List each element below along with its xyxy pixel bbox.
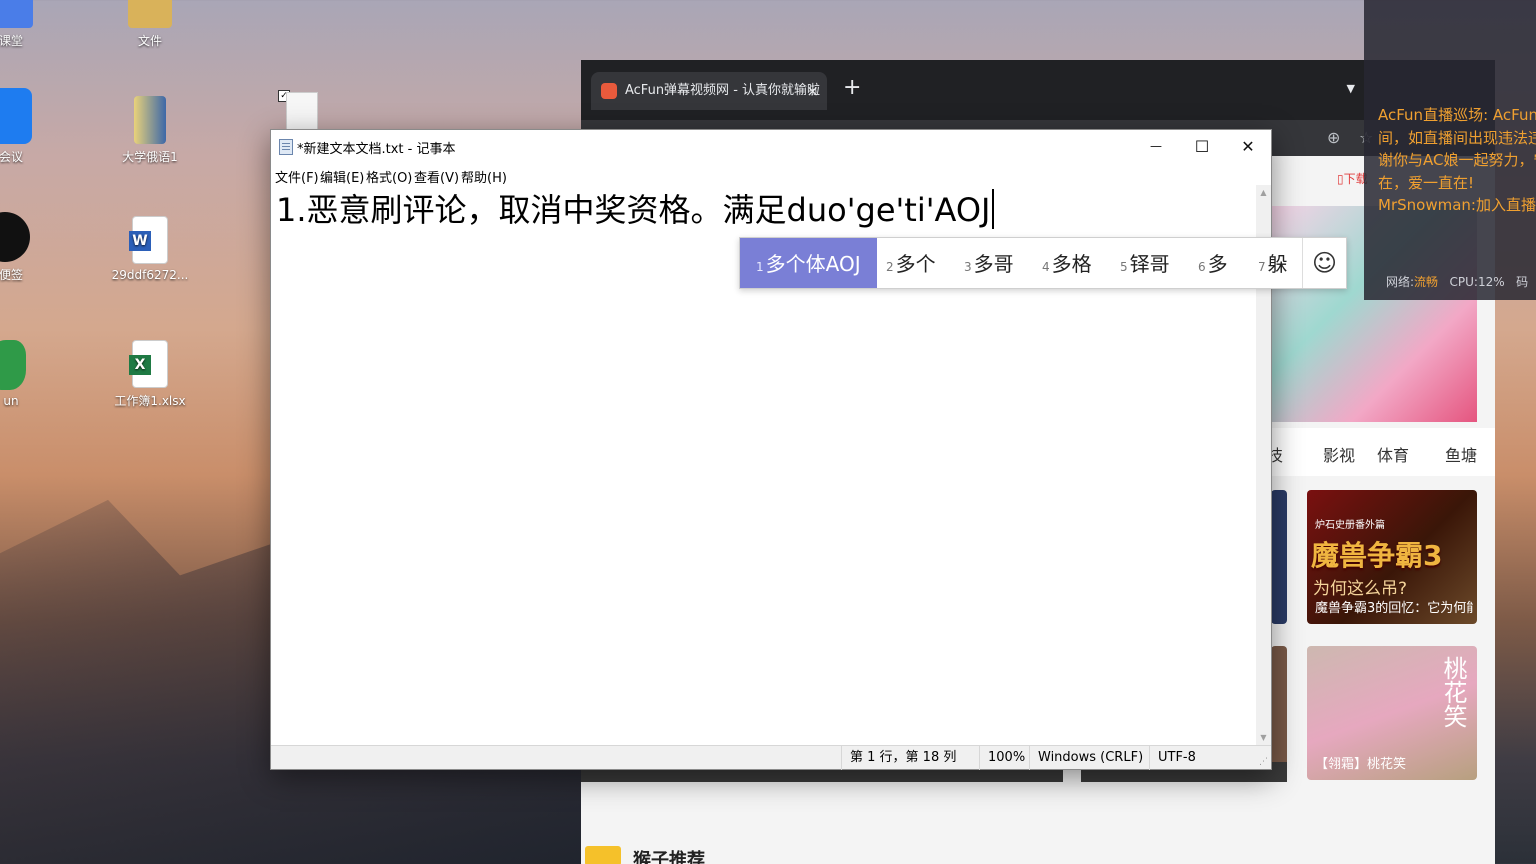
ime-candidate[interactable]: 2 多个 [886, 238, 936, 288]
window-title: *新建文本文档.txt - 记事本 [297, 142, 456, 157]
card-caption: 【翎霜】桃花笑 [1315, 757, 1407, 772]
desktop-icon-word-doc[interactable]: W 29ddf6272... [105, 216, 195, 282]
card-overlay-text: 桃花笑 [1439, 656, 1467, 728]
desktop-icon-excel[interactable]: X 工作簿1.xlsx [105, 340, 195, 409]
live-message: 间，如直播间出现违法违规 [1378, 128, 1536, 147]
notepad-window: *新建文本文档.txt - 记事本 — ☐ ✕ 文件(F) 编辑(E) 格式(O… [270, 129, 1272, 770]
live-message: 在，爱一直在! [1378, 173, 1475, 192]
notes-app-icon [0, 212, 30, 262]
notepad-title-bar[interactable]: *新建文本文档.txt - 记事本 — ☐ ✕ [271, 130, 1271, 163]
menu-format[interactable]: 格式(O) [366, 167, 412, 186]
menu-view[interactable]: 查看(V) [414, 167, 459, 186]
ime-candidate[interactable]: 5 铎哥 [1120, 238, 1170, 288]
encoding: UTF-8 [1149, 746, 1259, 770]
maximize-button[interactable]: ☐ [1179, 130, 1225, 163]
bitrate-label: 码 [1516, 275, 1529, 289]
card-tag: 炉石史册番外篇 [1315, 520, 1385, 531]
emoji-smiley-icon[interactable]: ☺ [1302, 238, 1346, 288]
card-headline: 魔兽争霸3 [1311, 539, 1443, 572]
blank-file-icon [286, 92, 318, 132]
close-button[interactable]: ✕ [1225, 130, 1271, 163]
green-app-icon [0, 340, 26, 390]
section-title: 猴子推荐 [633, 850, 705, 864]
video-card-warcraft[interactable]: 炉石史册番外篇 魔兽争霸3 为何这么吊? 魔兽争霸3的回忆：它为何能成 [1307, 490, 1477, 624]
add-bookmark-icon[interactable]: ⊕ [1327, 128, 1340, 147]
ime-candidate[interactable]: 3 多哥 [964, 238, 1014, 288]
live-message: MrSnowman:加入直播间 [1378, 196, 1536, 214]
meeting-app-icon [0, 88, 32, 144]
live-status: 网络:流畅 CPU:12% 码 [1386, 273, 1528, 290]
live-messages: AcFun直播巡场: AcFun直 间，如直播间出现违法违规 谢你与AC娘一起努… [1378, 104, 1536, 217]
editor-content: 1.恶意刷评论，取消中奖资格。满足duo'ge'ti'AOJ [276, 188, 994, 232]
menu-help[interactable]: 帮助(H) [461, 167, 507, 186]
cpu-usage: CPU:12% [1449, 275, 1505, 289]
live-comment-overlay: AcFun直播巡场: AcFun直 间，如直播间出现违法违规 谢你与AC娘一起努… [1364, 0, 1536, 300]
phone-icon: ▯ [1337, 172, 1344, 186]
live-message: 谢你与AC娘一起努力，守 [1378, 151, 1536, 169]
network-label: 网络: [1386, 275, 1415, 289]
scroll-up-icon[interactable]: ▲ [1256, 185, 1271, 200]
document-icon [134, 96, 166, 144]
category-fishpond[interactable]: 鱼塘 [1445, 442, 1477, 466]
folder-icon [128, 0, 172, 28]
resize-grip-icon[interactable]: ⋰ [1259, 757, 1269, 767]
video-card-left-strip[interactable] [1271, 490, 1287, 624]
menu-file[interactable]: 文件(F) [275, 167, 319, 186]
minimize-button[interactable]: — [1133, 130, 1179, 163]
ime-candidate[interactable]: 4 多格 [1042, 238, 1092, 288]
desktop-file-checkbox-icon[interactable]: ✓ [276, 88, 320, 132]
desktop-icon-files[interactable]: 文件 [105, 0, 195, 49]
category-sports[interactable]: 体育 [1377, 442, 1409, 466]
editor-text: 1.恶意刷评论，取消中奖资格。满足duo'ge'ti'AOJ [276, 191, 991, 229]
excel-icon: X [129, 340, 168, 388]
ime-candidate[interactable]: 6多 [1198, 238, 1228, 288]
app-blue-icon [0, 0, 33, 28]
tab-title: AcFun弹幕视频网 - 认真你就输啦 [625, 83, 821, 98]
desktop-icon-classroom[interactable]: 课堂 [0, 0, 56, 49]
video-card-left-strip-2[interactable] [1271, 646, 1287, 780]
live-message: AcFun直播巡场: AcFun直 [1378, 106, 1536, 124]
desktop-icon-notes[interactable]: 便签 [0, 212, 56, 283]
notepad-icon [279, 139, 293, 155]
desktop-icon-russian[interactable]: 大学俄语1 [105, 96, 195, 165]
tab-close-icon[interactable]: × [806, 72, 819, 110]
ime-candidate-selected[interactable]: 1 多个体AOJ [740, 238, 877, 288]
monkey-recommend-icon [585, 846, 621, 864]
category-nav: 技 影视 体育 鱼塘 [1267, 428, 1495, 476]
browser-tab-bar: AcFun弹幕视频网 - 认真你就输啦 × + ▼ [581, 60, 1495, 120]
status-bar: 第 1 行，第 18 列 100% Windows (CRLF) UTF-8 ⋰ [271, 745, 1271, 770]
desktop-icon-meeting[interactable]: 会议 [0, 88, 56, 165]
text-caret [991, 189, 994, 229]
ime-candidate-bar: 1 多个体AOJ 2 多个 3 多哥 4 多格 5 铎哥 6多 7躲 ☺ [739, 237, 1347, 289]
acfun-favicon-icon [601, 83, 617, 99]
word-icon: W [129, 216, 168, 264]
desktop-icon-green-app[interactable]: un [0, 340, 56, 408]
scroll-down-icon[interactable]: ▼ [1256, 730, 1271, 745]
new-tab-button[interactable]: + [843, 77, 861, 99]
line-ending: Windows (CRLF) [1029, 746, 1149, 770]
browser-tab-acfun[interactable]: AcFun弹幕视频网 - 认真你就输啦 × [591, 72, 827, 110]
tab-search-menu-icon[interactable]: ▼ [1347, 82, 1355, 95]
menu-edit[interactable]: 编辑(E) [320, 167, 364, 186]
ime-candidate[interactable]: 7躲 [1258, 238, 1288, 288]
video-card-peach[interactable]: 桃花笑 【翎霜】桃花笑 [1307, 646, 1477, 780]
category-film[interactable]: 影视 [1323, 442, 1355, 466]
card-subline: 为何这么吊? [1313, 579, 1408, 599]
card-caption: 魔兽争霸3的回忆：它为何能成 [1315, 601, 1473, 616]
network-value: 流畅 [1414, 275, 1439, 289]
cursor-position: 第 1 行，第 18 列 [841, 746, 981, 770]
notepad-menu-bar: 文件(F) 编辑(E) 格式(O) 查看(V) 帮助(H) [271, 163, 1271, 186]
